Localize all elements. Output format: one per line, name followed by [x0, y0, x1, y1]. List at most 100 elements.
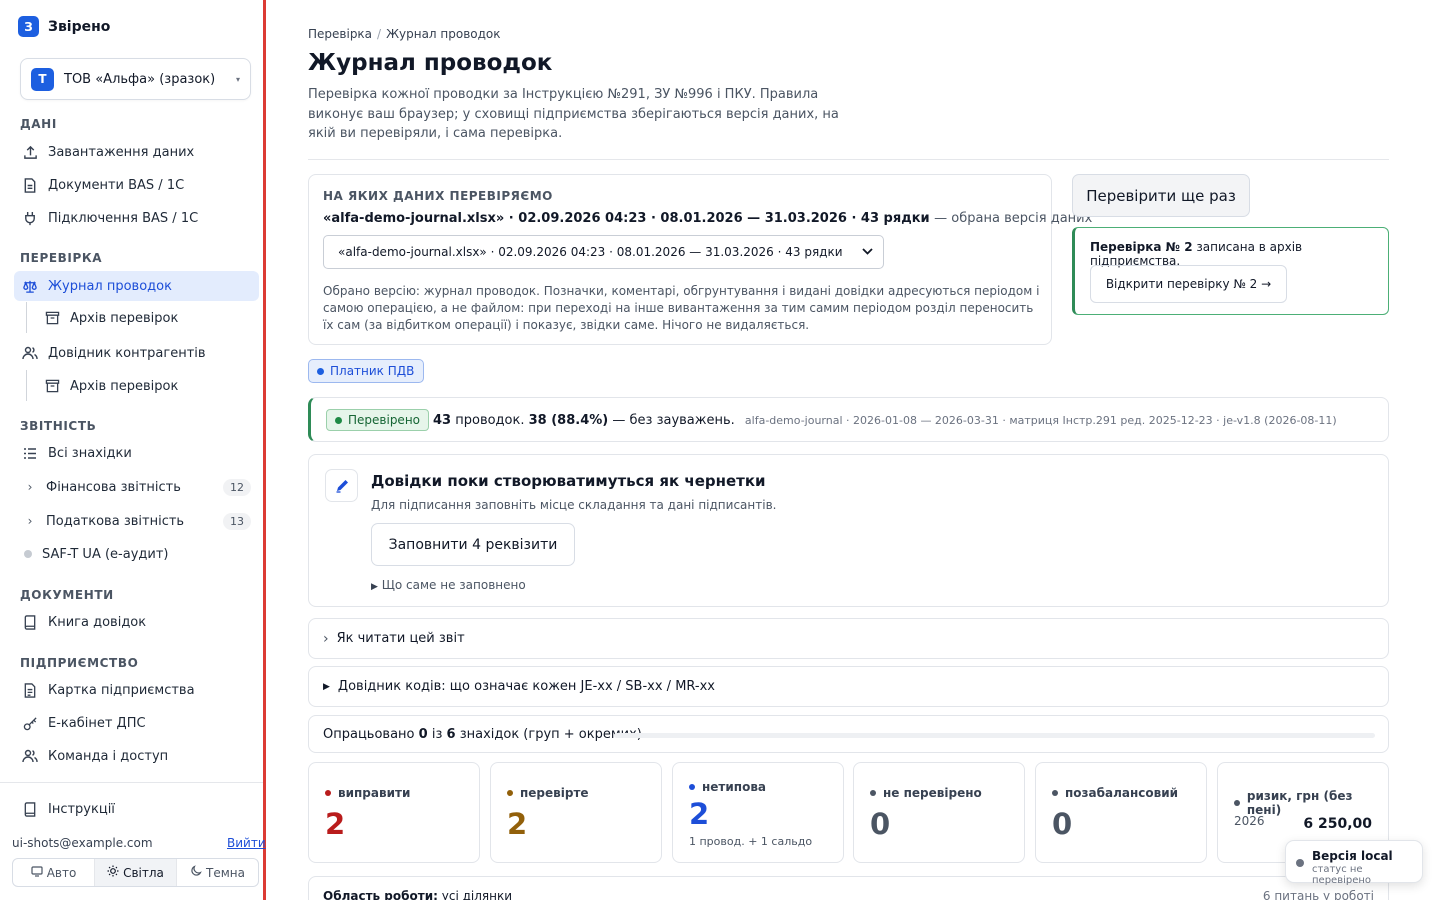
stat-offbalance[interactable]: позабалансовий 0 — [1035, 762, 1207, 863]
sidebar-item-bas-connection[interactable]: Підключення BAS / 1С — [14, 203, 259, 233]
stat-value: 2 — [507, 807, 528, 841]
stat-atypical[interactable]: нетипова 2 1 провод. + 1 сальдо — [672, 762, 844, 863]
status-badge-label: Перевірено — [348, 413, 420, 427]
dot-icon — [870, 790, 876, 796]
status-summary: 43 проводок. 38 (88.4%) — без зауважень.… — [433, 413, 1337, 428]
breadcrumb: Перевірка / Журнал проводок — [308, 27, 501, 41]
sidebar-item-upload[interactable]: Завантаження даних — [14, 137, 259, 167]
fill-requisites-button[interactable]: Заповнити 4 реквізити — [371, 523, 575, 566]
sidebar-item-label: Картка підприємства — [48, 682, 195, 698]
sidebar-item-book[interactable]: Книга довідок — [14, 607, 259, 637]
page-title: Журнал проводок — [308, 50, 553, 76]
sidebar-item-team[interactable]: Команда і доступ — [14, 741, 259, 771]
progress-card: Опрацьовано 0 із 6 знахідок (груп + окре… — [308, 715, 1389, 753]
sidebar-item-tax-reports[interactable]: › Податкова звітність 13 — [14, 506, 259, 536]
stat-label: перевірте — [507, 786, 589, 800]
section-data: ДАНІ — [20, 117, 57, 131]
tree-line — [26, 370, 27, 401]
questions-count: 6 питань у роботі — [1262, 889, 1374, 900]
select-value: «alfa-demo-journal.xlsx» · 02.09.2026 04… — [338, 245, 843, 259]
stat-label: нетипова — [689, 780, 766, 794]
status-dot-icon — [24, 550, 32, 558]
theme-auto-button[interactable]: Авто — [13, 859, 95, 886]
divider — [0, 782, 263, 783]
status-badge: Перевірено — [326, 409, 429, 431]
scales-icon — [22, 278, 38, 294]
sidebar-item-all-findings[interactable]: Всі знахідки — [14, 438, 259, 468]
sidebar-item-journal[interactable]: Журнал проводок — [14, 271, 259, 301]
key-icon — [22, 715, 38, 731]
org-selector[interactable]: Т ТОВ «Альфа» (зразок) ▾ — [20, 58, 251, 100]
sidebar-item-label: Завантаження даних — [48, 144, 195, 160]
work-area-label: Область роботи: — [323, 889, 438, 900]
sidebar-item-contractors[interactable]: Довідник контрагентів — [14, 338, 259, 368]
breadcrumb-current: Журнал проводок — [386, 27, 501, 41]
stat-check[interactable]: перевірте 2 — [490, 762, 662, 863]
work-area-value: усі ділянки — [441, 889, 513, 900]
stat-label: позабалансовий — [1052, 786, 1178, 800]
sidebar-item-label: Журнал проводок — [48, 278, 172, 294]
sidebar-item-label: Податкова звітність — [46, 513, 185, 529]
chevron-right-icon: › — [27, 480, 33, 494]
monitor-icon — [31, 865, 43, 880]
toast-title: Версія local — [1312, 849, 1393, 863]
selected-version-note: — обрана версія даних — [934, 211, 1093, 226]
sidebar-item-label: Книга довідок — [48, 614, 147, 630]
sidebar-item-bas-docs[interactable]: Документи BAS / 1С — [14, 170, 259, 200]
stat-unchecked[interactable]: не перевірено 0 — [853, 762, 1025, 863]
dot-icon — [1234, 800, 1240, 806]
archive-icon — [44, 378, 60, 394]
users-icon — [22, 345, 38, 361]
stat-label: не перевірено — [870, 786, 982, 800]
accordion-codes[interactable]: ▶ Довідник кодів: що означає кожен JE-xx… — [308, 666, 1389, 707]
stat-fix[interactable]: виправити 2 — [308, 762, 480, 863]
theme-switcher: Авто Світла Темна — [12, 858, 259, 887]
stat-subtext: 1 провод. + 1 сальдо — [689, 835, 813, 848]
theme-light-button[interactable]: Світла — [95, 859, 177, 886]
divider — [308, 159, 1389, 160]
moon-icon — [190, 865, 202, 880]
missing-details-toggle[interactable]: ▶ Що саме не заповнено — [371, 578, 526, 592]
version-toast[interactable]: Версія local статус не перевірено — [1285, 840, 1423, 886]
app-name: Звірено — [48, 18, 111, 35]
stat-label-text: перевірте — [520, 786, 589, 800]
data-version-card: НА ЯКИХ ДАНИХ ПЕРЕВІРЯЄМО «alfa-demo-jou… — [308, 174, 1092, 345]
selected-version-line: «alfa-demo-journal.xlsx» · 02.09.2026 04… — [323, 211, 1092, 226]
sidebar-item-label: Архів перевірок — [70, 310, 179, 326]
stat-label-text: ризик, грн (без пені) — [1246, 789, 1353, 817]
data-version-select[interactable]: «alfa-demo-journal.xlsx» · 02.09.2026 04… — [323, 235, 884, 269]
stat-label-text: позабалансовий — [1065, 786, 1179, 800]
dot-icon — [507, 790, 513, 796]
chevron-right-icon: › — [27, 514, 33, 528]
breadcrumb-link[interactable]: Перевірка — [308, 27, 372, 41]
sidebar-item-company-card[interactable]: Картка підприємства — [14, 675, 259, 705]
progress-bar — [614, 733, 1375, 738]
stat-label: виправити — [325, 786, 410, 800]
work-area: Область роботи: усі ділянки — [323, 889, 512, 900]
sidebar-item-archive-journal[interactable]: Архів перевірок — [36, 303, 259, 333]
recheck-button[interactable]: Перевірити ще раз — [1072, 174, 1250, 217]
id-card-icon — [22, 682, 38, 698]
sidebar-item-fin-reports[interactable]: › Фінансова звітність 12 — [14, 472, 259, 502]
open-check-button[interactable]: Відкрити перевірку № 2 → — [1090, 265, 1287, 303]
document-icon — [22, 177, 38, 193]
sidebar-item-label: Е-кабінет ДПС — [48, 715, 146, 731]
check-status-bar: Перевірено 43 проводок. 38 (88.4%) — без… — [308, 397, 1389, 442]
sidebar: З Звірено Т ТОВ «Альфа» (зразок) ▾ ДАНІ … — [0, 0, 266, 900]
sidebar-item-instructions[interactable]: Інструкції — [14, 794, 259, 824]
progress-text: Опрацьовано 0 із 6 знахідок (груп + окре… — [323, 727, 642, 742]
theme-light-label: Світла — [123, 865, 164, 880]
sidebar-item-archive-contractors[interactable]: Архів перевірок — [36, 371, 259, 401]
pencil-icon — [325, 469, 358, 502]
progress-of: із — [431, 727, 443, 742]
sidebar-item-ecabinet[interactable]: Е-кабінет ДПС — [14, 708, 259, 738]
accordion-how-to-read[interactable]: › Як читати цей звіт — [308, 618, 1389, 659]
brand[interactable]: З Звірено — [18, 16, 110, 37]
tree-line — [26, 302, 27, 333]
stat-value: 2 — [689, 797, 710, 831]
count-badge: 12 — [223, 478, 251, 496]
theme-dark-button[interactable]: Темна — [177, 859, 258, 886]
sidebar-item-saft[interactable]: SAF-T UA (е-аудит) — [14, 539, 259, 569]
logout-link[interactable]: Вийти — [227, 836, 266, 850]
work-area-card: Область роботи: усі ділянки 6 питань у р… — [308, 876, 1389, 900]
